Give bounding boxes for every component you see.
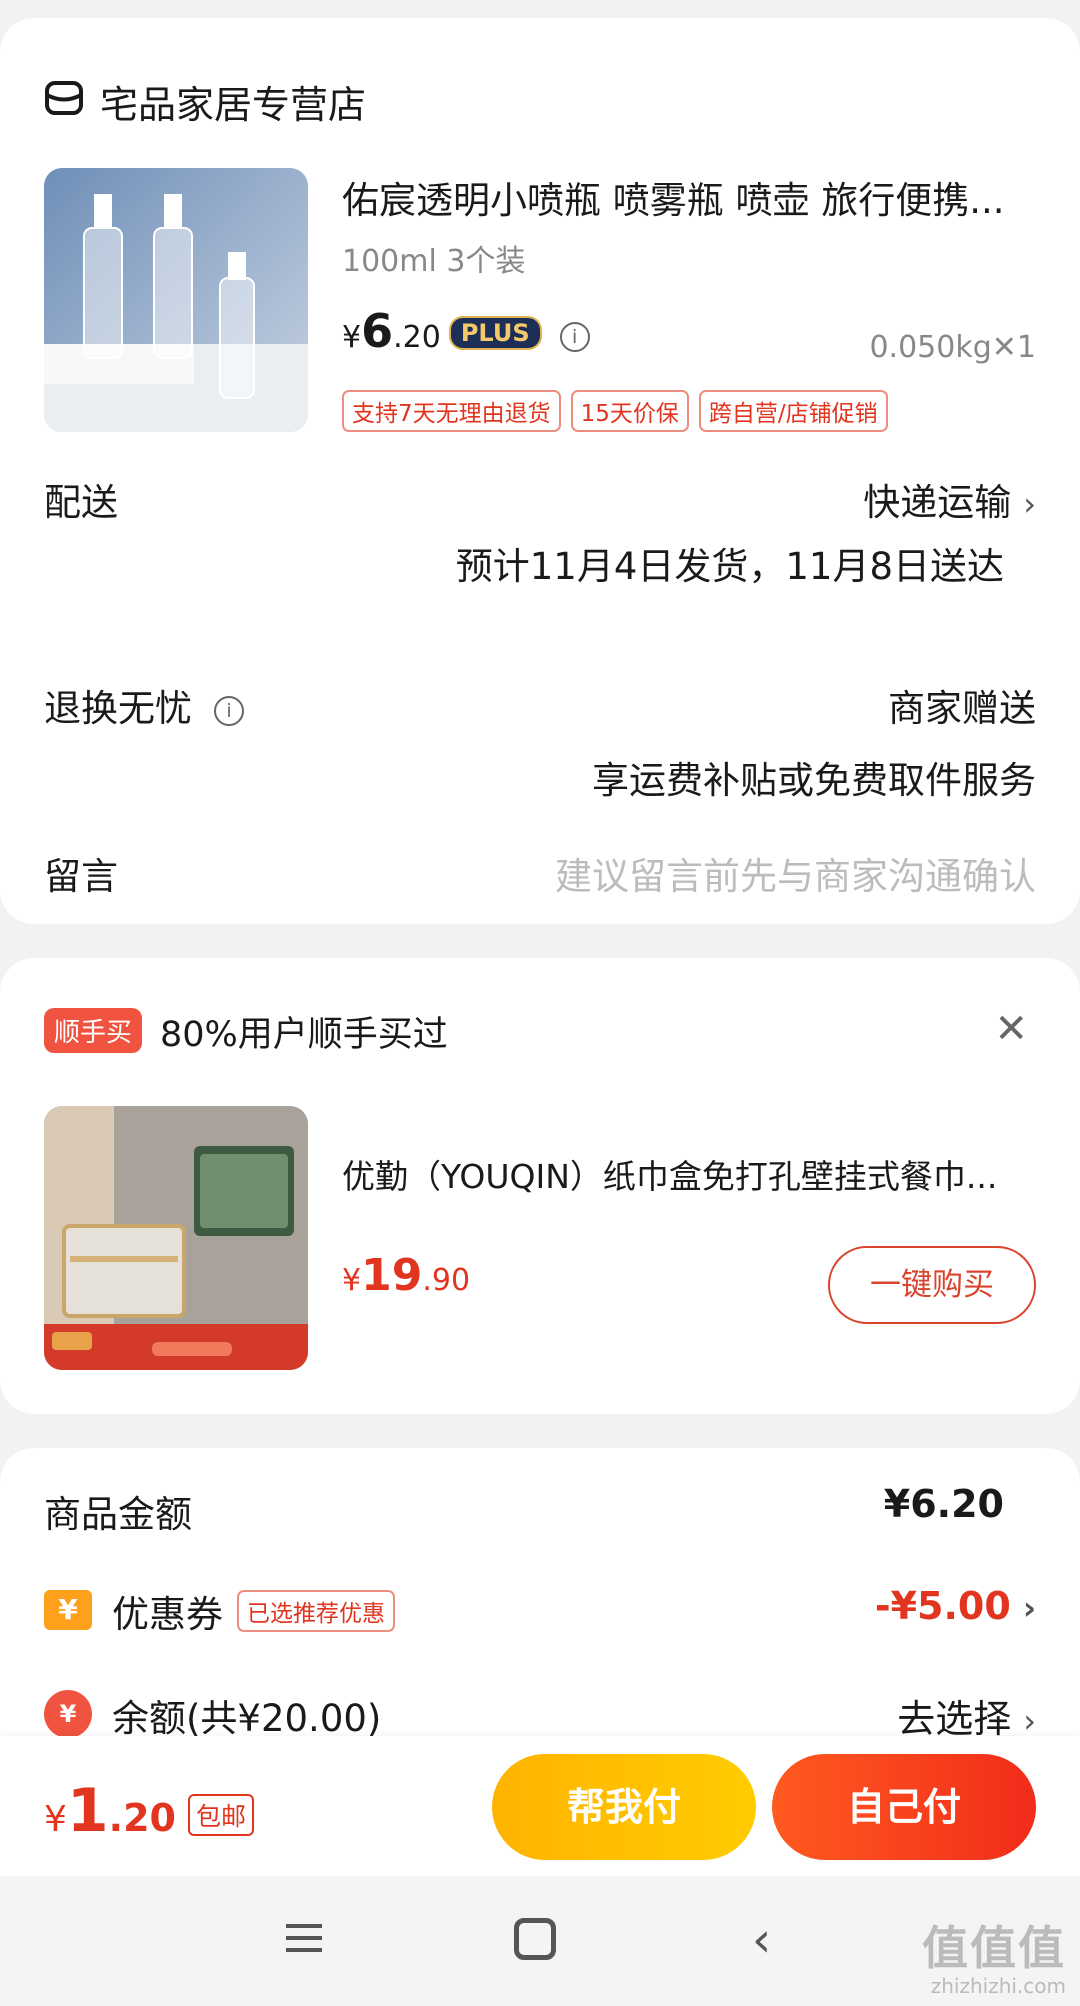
goods-amount-label: 商品金额	[44, 1493, 192, 1536]
help-me-pay-button[interactable]: 帮我付	[492, 1754, 756, 1860]
close-icon[interactable]: ✕	[994, 1006, 1028, 1052]
price-currency: ¥	[342, 1263, 362, 1298]
chevron-right-icon: ›	[1022, 1589, 1036, 1627]
total-decimal: .20	[108, 1796, 176, 1840]
coupon-tag: 已选推荐优惠	[237, 1590, 395, 1632]
coupon-row[interactable]: 优惠券 已选推荐优惠	[112, 1584, 395, 1638]
product-weight-quantity: 0.050kg✕1	[869, 330, 1036, 365]
total-integer: 1	[66, 1776, 109, 1846]
watermark-logo: 值值值	[922, 1921, 1066, 1975]
one-click-buy-button[interactable]: 一键购买	[828, 1246, 1036, 1324]
coupon-label: 优惠券	[112, 1593, 223, 1636]
price-decimal: .90	[422, 1263, 471, 1298]
balance-icon: ¥	[44, 1690, 92, 1738]
total-price: ¥ 1 .20 包邮	[44, 1776, 254, 1846]
product-price: ¥ 6 .20 PLUS i	[342, 304, 590, 358]
delivery-method-text: 快递运输	[863, 481, 1012, 524]
back-icon[interactable]: ‹	[752, 1916, 771, 1964]
coupon-discount[interactable]: -¥5.00 ›	[875, 1584, 1036, 1628]
recommend-thumbnail[interactable]	[44, 1106, 308, 1370]
price-decimal: .20	[393, 320, 441, 355]
product-thumbnail[interactable]	[44, 168, 308, 432]
home-icon[interactable]	[514, 1918, 556, 1960]
chevron-right-icon: ›	[1023, 485, 1036, 523]
returns-label-row: 退换无忧 i	[44, 678, 244, 732]
watermark-url: zhizhizhi.com	[930, 1974, 1066, 1998]
info-icon[interactable]: i	[559, 322, 590, 352]
plus-badge: PLUS	[448, 316, 542, 350]
price-integer: 6	[361, 304, 394, 358]
recent-apps-icon[interactable]	[284, 1918, 324, 1958]
delivery-label: 配送	[44, 481, 118, 524]
coupon-value: -¥5.00	[874, 1584, 1011, 1628]
price-integer: 19	[361, 1250, 423, 1301]
service-tags: 支持7天无理由退货 15天价保 跨自营/店铺促销	[342, 390, 888, 432]
returns-description: 享运费补贴或免费取件服务	[592, 759, 1036, 802]
store-name[interactable]: 宅品家居专营店	[100, 74, 366, 129]
delivery-method[interactable]: 快递运输 ›	[863, 472, 1036, 526]
coupon-icon: ¥	[44, 1590, 92, 1630]
goods-amount-value: ¥6.20	[883, 1482, 1004, 1526]
system-nav-bar: ‹ 值值值 zhizhizhi.com	[0, 1876, 1080, 2006]
balance-label: 余额(共¥20.00)	[112, 1697, 382, 1740]
shunshou-text: 80%用户顺手买过	[160, 1015, 448, 1055]
recommend-title[interactable]: 优勤（YOUQIN）纸巾盒免打孔壁挂式餐巾...	[342, 1150, 1042, 1198]
chevron-right-icon: ›	[1023, 1702, 1036, 1740]
tag-promotion: 跨自营/店铺促销	[698, 390, 888, 432]
recommend-price: ¥ 19 .90	[342, 1250, 470, 1301]
price-currency: ¥	[342, 320, 362, 355]
tag-price-protect: 15天价保	[570, 390, 689, 432]
shunshou-badge: 顺手买	[44, 1008, 143, 1053]
returns-value: 商家赠送	[888, 687, 1036, 730]
message-input[interactable]: 建议留言前先与商家沟通确认	[555, 846, 1036, 900]
info-icon[interactable]: i	[214, 695, 244, 726]
free-shipping-badge: 包邮	[187, 1794, 254, 1836]
delivery-estimate: 预计11月4日发货，11月8日送达	[455, 545, 1004, 588]
balance-value: 去选择	[897, 1697, 1012, 1741]
returns-label: 退换无忧	[44, 687, 192, 730]
balance-select[interactable]: 去选择 ›	[897, 1688, 1036, 1743]
shunshou-card: 顺手买 80%用户顺手买过 ✕ 优勤（YOUQIN）纸巾盒免打孔壁挂式餐巾...…	[0, 958, 1080, 1414]
message-label: 留言	[44, 855, 118, 898]
payment-bar: ¥ 1 .20 包邮 帮我付 自己付	[0, 1736, 1080, 1876]
product-spec[interactable]: 100ml 3个装	[342, 236, 525, 280]
store-icon	[45, 81, 83, 115]
order-item-card: 宅品家居专营店 佑宸透明小喷瓶 喷雾瓶 喷壶 旅行便携... 100ml 3个装…	[0, 18, 1080, 924]
pay-myself-button[interactable]: 自己付	[772, 1754, 1036, 1860]
product-title[interactable]: 佑宸透明小喷瓶 喷雾瓶 喷壶 旅行便携...	[342, 170, 1042, 224]
total-currency: ¥	[44, 1799, 67, 1840]
tag-7day-return: 支持7天无理由退货	[342, 390, 561, 432]
